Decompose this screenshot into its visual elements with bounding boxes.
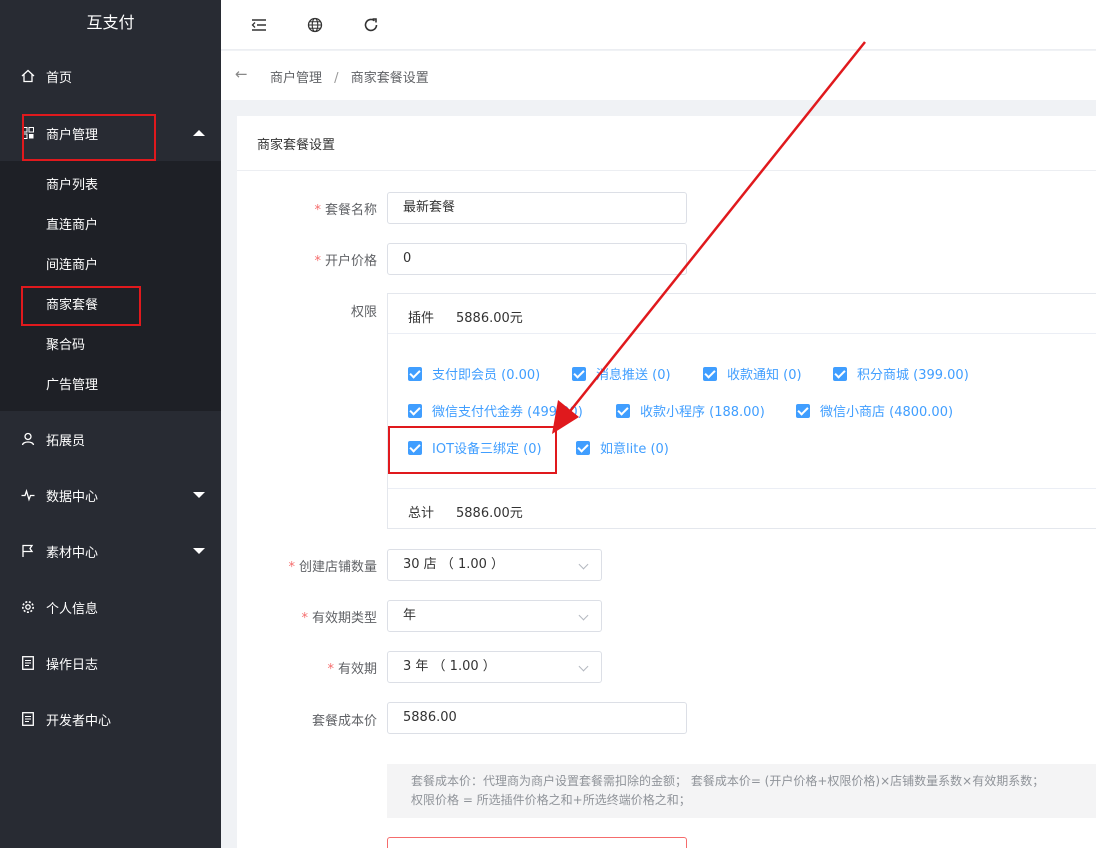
checkbox-checked-icon [408,440,422,455]
package-name-input[interactable]: 最新套餐 [387,192,687,224]
checkbox-checked-icon [833,366,847,381]
sidebar-item-label: 开发者中心 [46,713,112,729]
submenu-item-ad-management[interactable]: 广告管理 [0,366,221,406]
chevron-down-icon [578,559,589,570]
validity-type-label: * 有效期类型 [301,611,377,626]
checkbox-checked-icon [703,366,717,381]
plugin-total: 5886.00元 [456,311,523,326]
cost-price-tip: 套餐成本价：代理商为商户设置套餐需扣除的金额； 套餐成本价= (开户价格+权限价… [387,764,1096,818]
grid-icon [20,125,36,141]
refresh-icon[interactable] [361,15,381,35]
sidebar: 互支付 首页 商户管理 商户列表 直连商户 间连商户 商家套餐 聚合码 广告管理… [0,0,221,848]
gear-icon [20,599,36,615]
app-logo: 互支付 [86,13,135,32]
pulse-icon [20,487,36,503]
submenu-item-direct-merchant[interactable]: 直连商户 [0,206,221,246]
total-label: 总计 [408,506,435,521]
plugin-label: 插件 [408,311,435,326]
breadcrumb: 商户管理 / 商家套餐设置 [270,67,429,86]
breadcrumb-bar: ← 商户管理 / 商家套餐设置 [221,51,1096,100]
permissions-label: 权限 [350,305,377,320]
sidebar-item-label: 数据中心 [46,489,99,505]
submenu-item-label: 广告管理 [46,378,99,393]
validity-type-select[interactable]: 年 [387,600,602,632]
breadcrumb-separator: / [334,71,339,86]
cost-price-input[interactable]: 5886.00 [387,702,687,734]
tip-line: 套餐成本价：代理商为商户设置套餐需扣除的金额； 套餐成本价= (开户价格+权限价… [411,774,1045,788]
plugin-checkbox-iot[interactable]: IOT设备三绑定 (0) [408,438,542,457]
back-arrow-icon[interactable]: ← [235,65,248,83]
checkbox-checked-icon [408,403,422,418]
select-value: 3 年 （ 1.00 ） [403,659,496,674]
sidebar-item-label: 首页 [46,70,73,86]
sidebar-item-material-center[interactable]: 素材中心 [0,523,221,579]
package-name-label: * 套餐名称 [314,203,377,218]
store-count-select[interactable]: 30 店 （ 1.00 ） [387,549,602,581]
plugin-checkbox[interactable]: 积分商城 (399.00) [833,364,969,383]
submenu-item-merchant-list[interactable]: 商户列表 [0,166,221,206]
open-price-label: * 开户价格 [314,254,377,269]
doc-icon [20,711,36,727]
chevron-down-icon [578,661,589,672]
merchant-submenu: 商户列表 直连商户 间连商户 商家套餐 聚合码 广告管理 [0,161,221,411]
checkbox-checked-icon [576,440,590,455]
plugin-checkbox[interactable]: 消息推送 (0) [572,364,671,383]
sidebar-item-label: 拓展员 [46,433,86,449]
sidebar-item-merchant[interactable]: 商户管理 [0,105,221,161]
collapse-menu-icon[interactable] [249,15,269,35]
store-count-label: * 创建店铺数量 [288,560,377,575]
plugin-checkbox[interactable]: 如意lite (0) [576,438,669,457]
open-price-input[interactable]: 0 [387,243,687,275]
chevron-up-icon [193,130,205,136]
user-icon [20,431,36,447]
breadcrumb-item-current: 商家套餐设置 [350,71,429,86]
package-settings-card: 商家套餐设置 * 套餐名称 最新套餐 * 开户价格 0 权限 插件 5886.00元… [237,116,1096,848]
select-value: 30 店 （ 1.00 ） [403,557,505,572]
submenu-item-indirect-merchant[interactable]: 间连商户 [0,246,221,286]
sidebar-item-label: 个人信息 [46,601,99,617]
globe-icon[interactable] [305,15,325,35]
tip-line: 权限价格 = 所选插件价格之和+所选终端价格之和； [411,793,691,807]
permissions-header: 插件 5886.00元 [388,294,1096,334]
sidebar-item-home[interactable]: 首页 [0,48,221,104]
permissions-footer: 总计 5886.00元 [388,488,1096,529]
plugin-checkbox[interactable]: 收款通知 (0) [703,364,802,383]
chevron-down-icon [578,610,589,621]
checkbox-checked-icon [408,366,422,381]
plugin-checkbox[interactable]: 微信支付代金券 (499.00) [408,401,583,420]
plugin-checkbox[interactable]: 微信小商店 (4800.00) [796,401,953,420]
submenu-item-aggregate-code[interactable]: 聚合码 [0,326,221,366]
submenu-item-merchant-package[interactable]: 商家套餐 [0,286,221,326]
validity-label: * 有效期 [327,662,377,677]
checkbox-checked-icon [616,403,630,418]
select-value: 年 [403,608,417,623]
sidebar-item-developer-center[interactable]: 开发者中心 [0,691,221,747]
home-icon [20,68,36,84]
top-toolbar [221,0,1096,50]
sidebar-item-operation-log[interactable]: 操作日志 [0,635,221,691]
flag-icon [20,543,36,559]
sidebar-item-label: 操作日志 [46,657,99,673]
next-field-input[interactable] [387,837,687,848]
card-title: 商家套餐设置 [257,138,336,153]
sidebar-item-label: 商户管理 [46,127,99,143]
cost-price-label: 套餐成本价 [311,714,377,729]
validity-select[interactable]: 3 年 （ 1.00 ） [387,651,602,683]
checkbox-checked-icon [572,366,586,381]
plugin-checkbox[interactable]: 支付即会员 (0.00) [408,364,540,383]
chevron-down-icon [193,548,205,554]
sidebar-item-label: 素材中心 [46,545,99,561]
breadcrumb-item-merchant[interactable]: 商户管理 [270,71,322,86]
chevron-down-icon [193,492,205,498]
total-value: 5886.00元 [456,506,523,521]
doc-icon [20,655,36,671]
sidebar-item-data-center[interactable]: 数据中心 [0,467,221,523]
sidebar-item-profile[interactable]: 个人信息 [0,579,221,635]
permissions-panel: 插件 5886.00元 支付即会员 (0.00) 消息推送 (0) 收款通知 (… [387,293,1096,529]
divider [237,170,1096,171]
sidebar-item-promoter[interactable]: 拓展员 [0,411,221,467]
checkbox-checked-icon [796,403,810,418]
plugin-checkbox[interactable]: 收款小程序 (188.00) [616,401,765,420]
